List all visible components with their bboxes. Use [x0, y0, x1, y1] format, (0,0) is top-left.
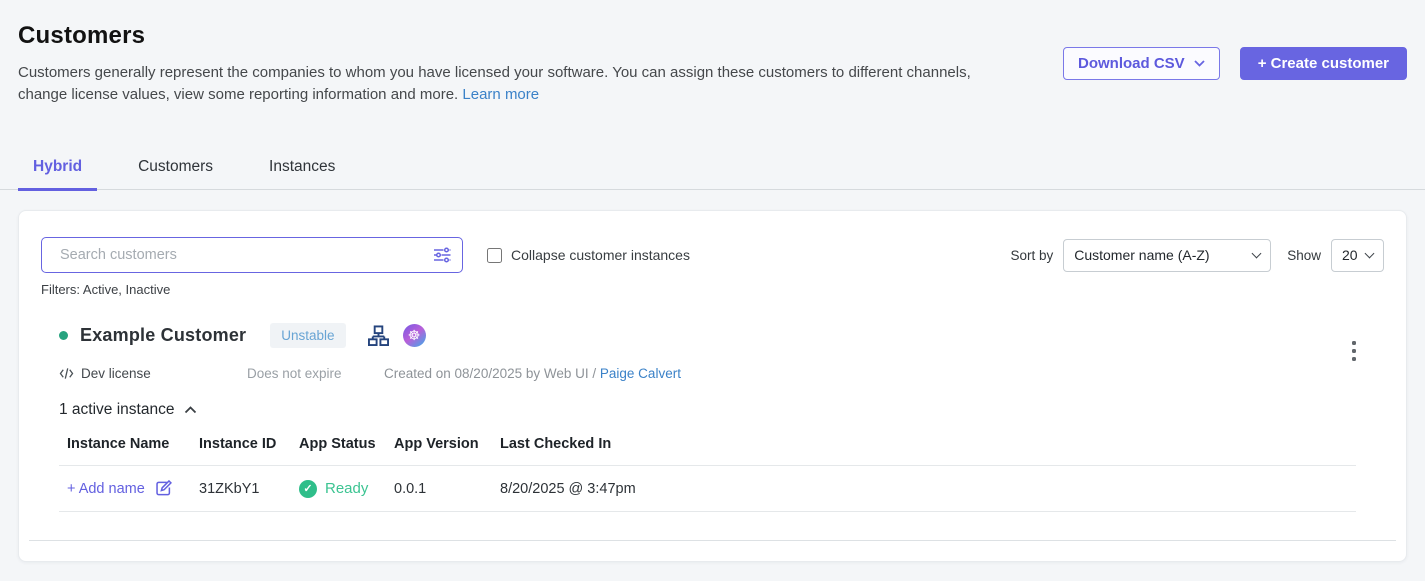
sort-by-select-wrap: Customer name (A-Z): [1063, 239, 1271, 272]
col-header-app-version: App Version: [386, 436, 492, 452]
filter-sliders-icon[interactable]: [432, 247, 452, 263]
add-name-link[interactable]: + Add name: [67, 479, 191, 498]
app-version-cell: 0.0.1: [386, 481, 492, 497]
page-description: Customers generally represent the compan…: [18, 62, 986, 106]
chevron-down-icon: [1194, 60, 1205, 67]
col-header-app-status: App Status: [291, 436, 386, 452]
code-brackets-icon: [59, 367, 74, 380]
show-label: Show: [1287, 248, 1321, 263]
sort-by-label: Sort by: [1010, 248, 1053, 263]
app-status-label: Ready: [325, 480, 368, 497]
created-by-link[interactable]: Paige Calvert: [600, 366, 681, 381]
tab-customers[interactable]: Customers: [123, 158, 228, 189]
license-type: Dev license: [59, 366, 247, 381]
license-type-label: Dev license: [81, 366, 151, 381]
customer-item: Example Customer Unstable ☸ Dev license: [41, 322, 1384, 512]
header-actions: Download CSV + Create customer: [1063, 47, 1407, 80]
learn-more-link[interactable]: Learn more: [462, 86, 539, 103]
page-header-left: Customers Customers generally represent …: [18, 22, 986, 106]
toolbar: Collapse customer instances Sort by Cust…: [41, 237, 1384, 273]
col-header-instance-id: Instance ID: [191, 436, 291, 452]
create-customer-button[interactable]: + Create customer: [1240, 47, 1407, 80]
col-header-last-checked-in: Last Checked In: [492, 436, 1356, 452]
edit-pencil-icon: [154, 479, 173, 498]
license-row: Dev license Does not expire Created on 0…: [59, 366, 1384, 381]
collapse-instances-option: Collapse customer instances: [487, 247, 690, 263]
instances-table-header: Instance Name Instance ID App Status App…: [59, 436, 1356, 466]
created-text: Created on 08/20/2025 by Web UI / Paige …: [384, 366, 681, 381]
kubernetes-icon: ☸: [403, 324, 426, 347]
card-bottom-divider: [29, 540, 1396, 541]
channel-badge: Unstable: [270, 323, 345, 348]
active-filters-text: Filters: Active, Inactive: [41, 282, 1384, 297]
search-input[interactable]: [41, 237, 463, 273]
instances-collapse-toggle[interactable]: 1 active instance: [59, 401, 197, 419]
instances-summary: 1 active instance: [59, 401, 174, 419]
page-title: Customers: [18, 22, 986, 50]
check-circle-icon: ✓: [299, 480, 317, 498]
search-wrap: [41, 237, 463, 273]
tab-bar: Hybrid Customers Instances: [0, 158, 1425, 190]
license-expiry: Does not expire: [247, 366, 384, 381]
show-select[interactable]: 20: [1331, 239, 1384, 272]
col-header-instance-name: Instance Name: [59, 436, 191, 452]
collapse-instances-checkbox[interactable]: [487, 248, 502, 263]
sort-by-select[interactable]: Customer name (A-Z): [1063, 239, 1271, 272]
customer-name-row: Example Customer Unstable ☸: [59, 322, 1384, 349]
tab-instances[interactable]: Instances: [254, 158, 350, 189]
instances-table: Instance Name Instance ID App Status App…: [59, 436, 1356, 512]
sitemap-icon: [367, 325, 390, 346]
show-select-wrap: 20: [1331, 239, 1384, 272]
kebab-menu[interactable]: [1350, 339, 1358, 363]
add-name-label: + Add name: [67, 481, 145, 497]
last-checked-in-cell: 8/20/2025 @ 3:47pm: [492, 481, 1356, 497]
download-csv-button[interactable]: Download CSV: [1063, 47, 1220, 80]
created-on-text: Created on 08/20/2025 by Web UI /: [384, 366, 596, 381]
page-header: Customers Customers generally represent …: [0, 0, 1425, 106]
chevron-up-icon: [184, 406, 197, 414]
app-status-cell: ✓ Ready: [299, 480, 386, 498]
customers-card: Collapse customer instances Sort by Cust…: [18, 210, 1407, 562]
instance-id-cell: 31ZKbY1: [191, 481, 291, 497]
download-csv-label: Download CSV: [1078, 55, 1185, 72]
tab-hybrid[interactable]: Hybrid: [18, 158, 97, 191]
active-status-dot: [59, 331, 68, 340]
instance-row: + Add name 31ZKbY1 ✓ Ready 0.0.1 8/2: [59, 466, 1356, 512]
collapse-instances-label: Collapse customer instances: [511, 247, 690, 263]
customer-name[interactable]: Example Customer: [80, 325, 246, 346]
